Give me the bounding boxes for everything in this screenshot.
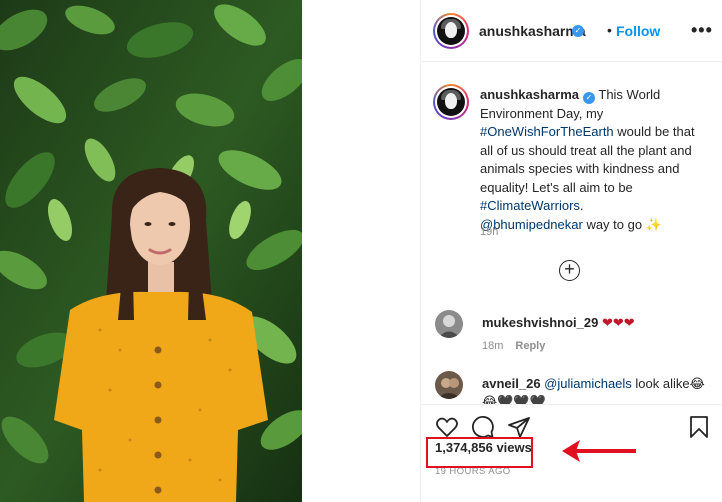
sparkle-emoji: ✨ xyxy=(645,216,662,232)
caption-part: . xyxy=(579,198,584,213)
caption-part: way to go xyxy=(582,216,646,232)
caption-avatar[interactable] xyxy=(433,84,469,120)
post-header: anushkasharma ✓ • Follow ••• xyxy=(421,0,722,62)
follow-button[interactable]: Follow xyxy=(616,23,660,39)
comment-text: mukeshvishnoi_29 ❤❤❤ xyxy=(482,314,712,332)
heart-icon[interactable] xyxy=(435,415,459,439)
verified-badge-icon: ✓ xyxy=(572,25,584,37)
commenter-avatar[interactable] xyxy=(435,310,463,338)
commenter-username[interactable]: avneil_26 xyxy=(482,376,541,391)
author-username[interactable]: anushkasharma xyxy=(479,23,586,39)
highlight-box xyxy=(426,437,533,468)
caption-timestamp[interactable]: 19h xyxy=(480,226,498,238)
comment-content: look alike😂 xyxy=(631,376,705,391)
comment-content: ❤❤❤ xyxy=(598,315,635,330)
commenter-username[interactable]: mukeshvishnoi_29 xyxy=(482,315,598,330)
post-sidebar: anushkasharma ✓ • Follow ••• anushkashar… xyxy=(420,0,722,502)
comment-icon[interactable] xyxy=(471,415,495,439)
load-more-comments-button[interactable]: + xyxy=(559,260,580,281)
comment-meta: 18m Reply xyxy=(482,340,545,352)
verified-badge-icon: ✓ xyxy=(583,92,595,104)
hashtag-link[interactable]: #ClimateWarriors xyxy=(480,198,580,213)
bookmark-icon[interactable] xyxy=(687,415,711,439)
separator-dot: • xyxy=(607,22,612,38)
post-video[interactable] xyxy=(0,0,302,502)
mention-link[interactable]: @juliamichaels xyxy=(544,376,632,391)
commenter-avatar[interactable] xyxy=(435,371,463,399)
arrow-left-icon xyxy=(562,440,636,462)
reply-button[interactable]: Reply xyxy=(515,340,545,352)
video-frame xyxy=(0,0,302,502)
more-options-icon[interactable]: ••• xyxy=(691,20,713,41)
share-icon[interactable] xyxy=(507,415,531,439)
hashtag-link[interactable]: #OneWishForTheEarth xyxy=(480,124,614,139)
author-avatar[interactable] xyxy=(433,13,469,49)
caption-username[interactable]: anushkasharma xyxy=(480,87,579,102)
comment-timestamp[interactable]: 18m xyxy=(482,340,503,352)
caption-text: anushkasharma ✓ This World Environment Da… xyxy=(480,86,710,234)
